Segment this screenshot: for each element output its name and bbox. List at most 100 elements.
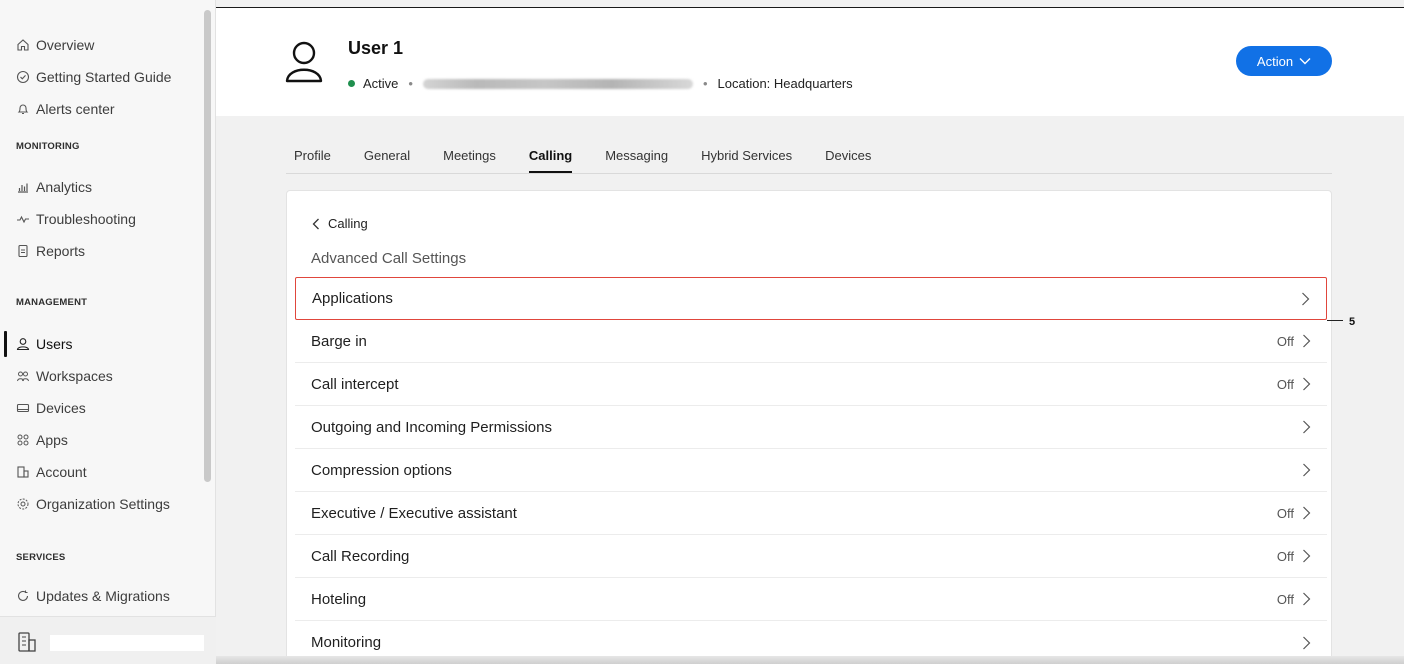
org-name-field [50, 635, 204, 651]
row-label: Call intercept [311, 375, 399, 393]
row-right: Off [1277, 549, 1311, 564]
settings-row-compression-options[interactable]: Compression options [295, 449, 1327, 492]
action-button-label: Action [1256, 53, 1294, 69]
section-label-management: MANAGEMENT [16, 297, 88, 308]
sidebar-item-label: Troubleshooting [36, 211, 136, 227]
separator: • [702, 76, 708, 91]
sidebar-item-users[interactable]: Users [16, 334, 73, 354]
row-label: Barge in [311, 332, 367, 350]
sidebar-item-label: Reports [36, 243, 86, 259]
tab-devices[interactable]: Devices [825, 148, 871, 173]
tab-calling[interactable]: Calling [528, 148, 573, 173]
user-header: User 1 Active • • Location: Headquarters… [216, 8, 1404, 116]
callout-number: 5 [1349, 316, 1356, 328]
sidebar-item-label: Devices [36, 400, 86, 416]
redacted-email [422, 78, 693, 89]
settings-row-call-intercept[interactable]: Call intercept Off [295, 363, 1327, 406]
sidebar-scrollbar[interactable] [204, 10, 211, 482]
pulse-icon [16, 212, 30, 226]
settings-row-barge-in[interactable]: Barge in Off [295, 320, 1327, 363]
sidebar-item-label: Account [36, 464, 87, 480]
sidebar-item-account[interactable]: Account [16, 462, 87, 482]
chevron-right-icon [1303, 506, 1311, 520]
check-circle-icon [16, 70, 30, 84]
bar-chart-icon [16, 180, 30, 194]
row-label: Monitoring [311, 634, 382, 651]
apps-grid-icon [16, 433, 30, 447]
status-dot-icon [348, 80, 355, 87]
row-right: Off [1277, 334, 1311, 349]
row-right [1302, 636, 1311, 650]
chevron-right-icon [1303, 549, 1311, 563]
row-value: Off [1276, 505, 1294, 521]
row-right [1302, 420, 1311, 434]
sidebar-item-organization-settings[interactable]: Organization Settings [16, 494, 170, 514]
chevron-right-icon [1303, 592, 1311, 606]
tabs-divider [286, 173, 1332, 174]
chevron-right-icon [1303, 420, 1311, 434]
sidebar-item-getting-started[interactable]: Getting Started Guide [16, 67, 171, 87]
bell-icon [16, 102, 30, 116]
row-label: Hoteling [311, 590, 367, 608]
sidebar-item-apps[interactable]: Apps [16, 430, 68, 450]
user-avatar-icon [285, 41, 323, 83]
chevron-left-icon [312, 218, 319, 229]
tab-meetings[interactable]: Meetings [443, 148, 496, 173]
separator: • [408, 76, 413, 91]
sidebar-item-label: Overview [36, 37, 95, 53]
back-to-calling-link[interactable]: Calling [312, 216, 368, 231]
tab-general[interactable]: General [364, 148, 410, 173]
row-right: Off [1277, 377, 1311, 392]
user-icon [16, 337, 30, 351]
row-value: Off [1276, 333, 1294, 349]
chevron-right-icon [1303, 377, 1311, 391]
sidebar-item-overview[interactable]: Overview [16, 35, 94, 55]
row-label: Call Recording [311, 547, 410, 565]
chevron-right-icon [1303, 463, 1311, 477]
row-right: Off [1277, 506, 1311, 521]
building-icon [18, 632, 36, 652]
settings-row-executive-assistant[interactable]: Executive / Executive assistant Off [295, 492, 1327, 535]
sidebar-item-alerts-center[interactable]: Alerts center [16, 99, 115, 119]
tab-profile[interactable]: Profile [294, 148, 331, 173]
sidebar-item-label: Apps [36, 432, 68, 448]
sidebar-item-troubleshooting[interactable]: Troubleshooting [16, 209, 136, 229]
bottom-edge [216, 656, 1404, 664]
tab-messaging[interactable]: Messaging [605, 148, 668, 173]
building-icon [16, 465, 30, 479]
tab-hybrid-services[interactable]: Hybrid Services [701, 148, 792, 173]
sidebar-item-devices[interactable]: Devices [16, 398, 86, 418]
chevron-right-icon [1303, 334, 1311, 348]
section-label-monitoring: MONITORING [16, 141, 80, 152]
settings-row-hoteling[interactable]: Hoteling Off [295, 578, 1327, 621]
section-label-services: SERVICES [16, 552, 66, 563]
sidebar: Overview Getting Started Guide Alerts ce… [0, 0, 216, 664]
user-name: User 1 [348, 38, 404, 58]
people-icon [16, 369, 30, 383]
sidebar-item-label: Analytics [36, 179, 93, 195]
sidebar-item-workspaces[interactable]: Workspaces [16, 366, 113, 386]
chevron-down-icon [1299, 58, 1311, 65]
settings-row-applications[interactable]: Applications [295, 277, 1327, 320]
org-switcher[interactable] [0, 616, 216, 664]
row-label: Applications [312, 290, 393, 307]
sidebar-item-analytics[interactable]: Analytics [16, 177, 92, 197]
callout-line [1327, 320, 1343, 321]
chevron-right-icon [1303, 636, 1311, 649]
section-title: Advanced Call Settings [311, 250, 467, 267]
row-right [1301, 292, 1310, 306]
action-button[interactable]: Action [1236, 46, 1332, 76]
sidebar-item-label: Organization Settings [36, 496, 170, 512]
row-label: Outgoing and Incoming Permissions [311, 418, 552, 436]
row-right: Off [1277, 592, 1311, 607]
sidebar-item-updates-migrations[interactable]: Updates & Migrations [16, 586, 170, 606]
sidebar-item-label: Updates & Migrations [36, 588, 170, 604]
sidebar-item-label: Alerts center [36, 101, 115, 117]
settings-row-call-recording[interactable]: Call Recording Off [295, 535, 1327, 578]
back-link-label: Calling [328, 216, 368, 231]
settings-row-outgoing-incoming-permissions[interactable]: Outgoing and Incoming Permissions [295, 406, 1327, 449]
gear-icon [16, 497, 30, 511]
row-label: Compression options [311, 461, 452, 479]
sidebar-item-reports[interactable]: Reports [16, 241, 85, 261]
sidebar-item-label: Workspaces [36, 368, 113, 384]
